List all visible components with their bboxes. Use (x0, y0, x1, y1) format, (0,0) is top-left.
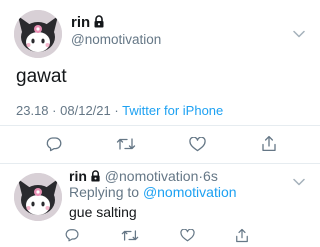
heart-icon[interactable] (189, 137, 206, 152)
tweet-date: 08/12/21 (60, 103, 111, 118)
tweet-meta: 23.18 · 08/12/21 · Twitter for iPhone (16, 103, 223, 119)
divider (0, 125, 320, 126)
tweet-text: gawat (16, 66, 67, 87)
author-handle[interactable]: @nomotivation (71, 31, 161, 48)
meta-separator: · (52, 103, 57, 118)
reply-author-name[interactable]: rin (69, 168, 87, 184)
replying-to-label: Replying to (69, 184, 140, 200)
retweet-icon[interactable] (116, 137, 136, 151)
retweet-icon[interactable] (121, 229, 139, 242)
reply-author-handle[interactable]: @nomotivation (105, 168, 199, 184)
share-icon[interactable] (235, 228, 249, 243)
reply-avatar[interactable] (14, 173, 62, 221)
kuromi-avatar-icon (14, 173, 62, 221)
reply-text: gue salting (69, 204, 137, 220)
chevron-down-icon[interactable] (293, 25, 305, 43)
tweet-source-link[interactable]: Twitter for iPhone (122, 103, 223, 118)
avatar[interactable] (14, 10, 62, 58)
kuromi-avatar-icon (14, 10, 62, 58)
reply-age: 6s (203, 168, 218, 184)
chevron-down-icon[interactable] (293, 173, 305, 191)
divider (0, 163, 320, 164)
heart-icon[interactable] (180, 229, 195, 242)
reply-icon[interactable] (65, 228, 79, 242)
share-icon[interactable] (261, 135, 277, 152)
reply-icon[interactable] (46, 136, 62, 152)
meta-separator: · (114, 103, 119, 118)
author-name-text: rin (71, 14, 91, 31)
replying-to-handle[interactable]: @nomotivation (143, 184, 237, 200)
replying-to: Replying to @nomotivation (69, 184, 237, 201)
tweet-time: 23.18 (16, 103, 49, 118)
